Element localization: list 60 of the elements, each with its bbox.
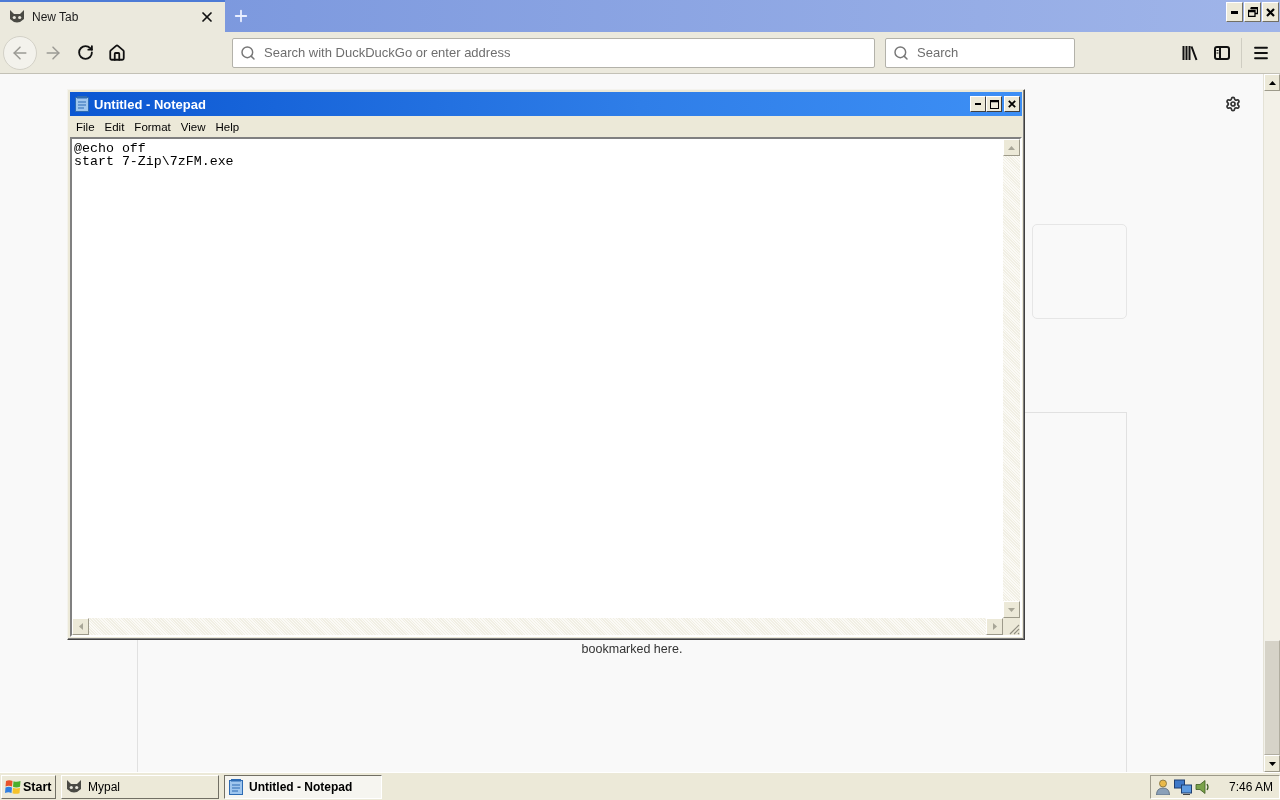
scroll-down-button[interactable] [1264,755,1280,772]
scroll-left-button[interactable] [72,618,89,635]
search-icon [893,44,909,61]
taskbar-button[interactable]: Mypal [61,774,219,799]
cat-face-icon [66,779,82,794]
minimize-icon [1231,10,1238,14]
close-window-button[interactable] [1004,96,1020,112]
resize-grip-icon[interactable] [1008,623,1020,635]
books-icon [1182,44,1198,61]
restore-icon [1247,7,1258,17]
computers-icon[interactable] [1174,778,1192,795]
down-triangle-icon [1268,761,1276,766]
restore-button[interactable] [1244,2,1261,22]
address-field[interactable]: Search with DuckDuckGo or enter address [232,37,875,68]
down-triangle-icon [1008,607,1015,612]
scroll-up-button[interactable] [1264,74,1280,91]
scroll-right-button[interactable] [986,618,1003,635]
home-icon [108,43,126,62]
flag-icon [5,778,21,795]
notepad-icon [229,778,243,795]
text-line: start 7-Zip\7zFM.exe [74,155,235,168]
scrollbar-thumb[interactable] [1264,640,1280,755]
close-icon [1266,7,1275,17]
menu-item[interactable]: Help [210,117,245,136]
maximize-button[interactable] [986,96,1002,112]
settings-icon[interactable] [1225,96,1241,112]
menu-item[interactable]: View [175,117,211,136]
window-title: Untitled - Notepad [94,96,207,112]
search-icon [240,44,256,61]
search-field[interactable]: Search [885,37,1075,68]
horizontal-scrollbar[interactable] [72,618,1003,635]
right-triangle-icon [992,623,997,630]
browser-tab[interactable]: New Tab [0,0,225,32]
start-button[interactable]: Start [1,774,56,799]
speaker-icon[interactable] [1195,778,1211,795]
left-triangle-icon [78,623,83,630]
minimize-icon [975,103,981,105]
minimize-button[interactable] [970,96,986,112]
plus-icon [232,7,250,25]
minimize-button[interactable] [1226,2,1243,22]
cat-face-icon [9,10,25,24]
menu-item[interactable]: Format [129,117,176,136]
text-editor[interactable]: @echo off start 7-Zip\7zFM.exe [72,139,1003,618]
notepad-icon [75,96,89,112]
close-window-button[interactable] [1262,2,1279,22]
menu-item[interactable]: File [71,117,100,136]
text-line: @echo off [74,142,147,155]
maximize-icon [989,99,999,109]
tab-title: New Tab [32,10,80,24]
menu-item[interactable]: Edit [99,117,130,136]
close-icon [199,9,215,25]
up-triangle-icon [1008,145,1015,150]
up-triangle-icon [1268,80,1276,85]
clock[interactable]: 7:46 AM [1228,779,1273,794]
close-icon [1008,100,1016,108]
empty-message: bookmarked here. [581,642,683,656]
vertical-scrollbar[interactable] [1263,74,1280,772]
taskbar-button[interactable]: Untitled - Notepad [224,774,382,799]
sidebar-icon [1214,45,1230,60]
reload-icon [76,44,94,61]
